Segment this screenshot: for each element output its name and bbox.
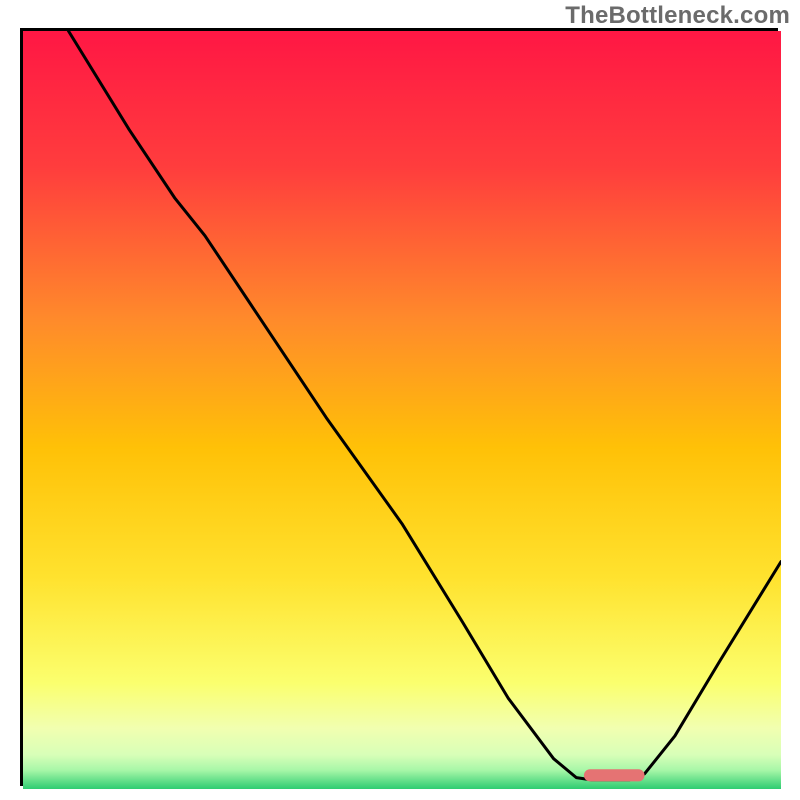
optimal-marker [584, 769, 645, 781]
gradient-background [23, 31, 781, 789]
chart-wrap: TheBottleneck.com [0, 0, 800, 800]
watermark-text: TheBottleneck.com [565, 2, 790, 30]
plot-area [20, 28, 778, 786]
chart-svg [23, 31, 781, 789]
